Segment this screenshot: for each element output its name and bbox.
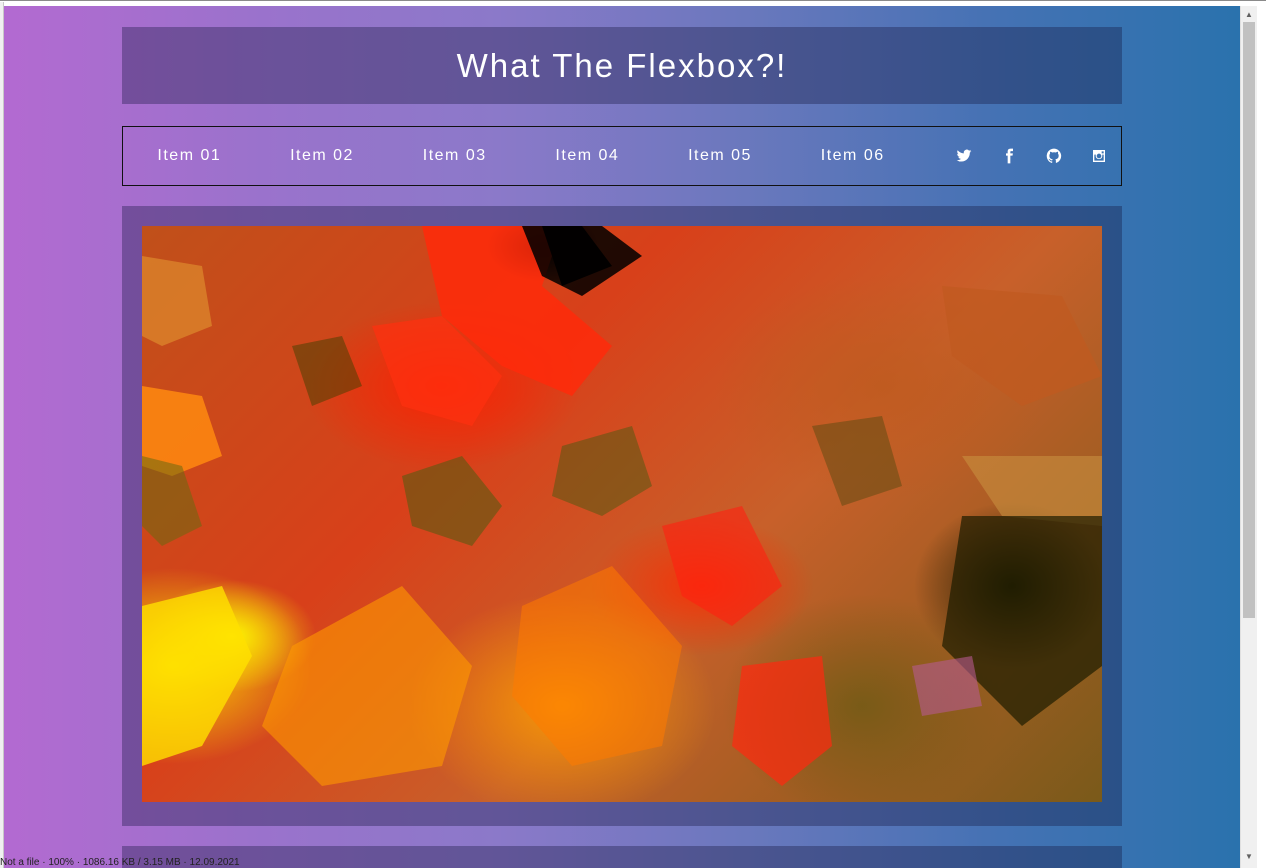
page-title: What The Flexbox?! bbox=[456, 46, 788, 84]
main-nav: Item 01 Item 02 Item 03 Item 04 Item 05 … bbox=[122, 126, 1122, 186]
facebook-icon[interactable] bbox=[986, 144, 1031, 168]
nav-item-06[interactable]: Item 06 bbox=[786, 147, 919, 165]
vertical-scrollbar[interactable]: ▲ ▼ bbox=[1240, 6, 1257, 868]
nav-item-05[interactable]: Item 05 bbox=[654, 147, 787, 165]
nav-item-01[interactable]: Item 01 bbox=[123, 147, 256, 165]
instagram-icon[interactable] bbox=[1076, 144, 1121, 168]
status-bar: Not a file · 100% · 1086.16 KB / 3.15 MB… bbox=[0, 857, 240, 868]
browser-window: What The Flexbox?! Item 01 Item 02 Item … bbox=[0, 0, 1266, 868]
scroll-up-icon[interactable]: ▲ bbox=[1241, 6, 1257, 22]
scrollbar-thumb[interactable] bbox=[1243, 22, 1255, 618]
nav-item-02[interactable]: Item 02 bbox=[256, 147, 389, 165]
github-icon[interactable] bbox=[1031, 144, 1076, 168]
nav-item-04[interactable]: Item 04 bbox=[521, 147, 654, 165]
social-links bbox=[941, 144, 1121, 168]
abstract-satellite-image bbox=[142, 226, 1102, 802]
page-viewport: What The Flexbox?! Item 01 Item 02 Item … bbox=[4, 6, 1240, 868]
twitter-icon[interactable] bbox=[941, 144, 986, 168]
site-header: What The Flexbox?! bbox=[122, 27, 1122, 104]
nav-item-03[interactable]: Item 03 bbox=[388, 147, 521, 165]
hero-panel bbox=[122, 206, 1122, 826]
scroll-down-icon[interactable]: ▼ bbox=[1241, 848, 1257, 864]
